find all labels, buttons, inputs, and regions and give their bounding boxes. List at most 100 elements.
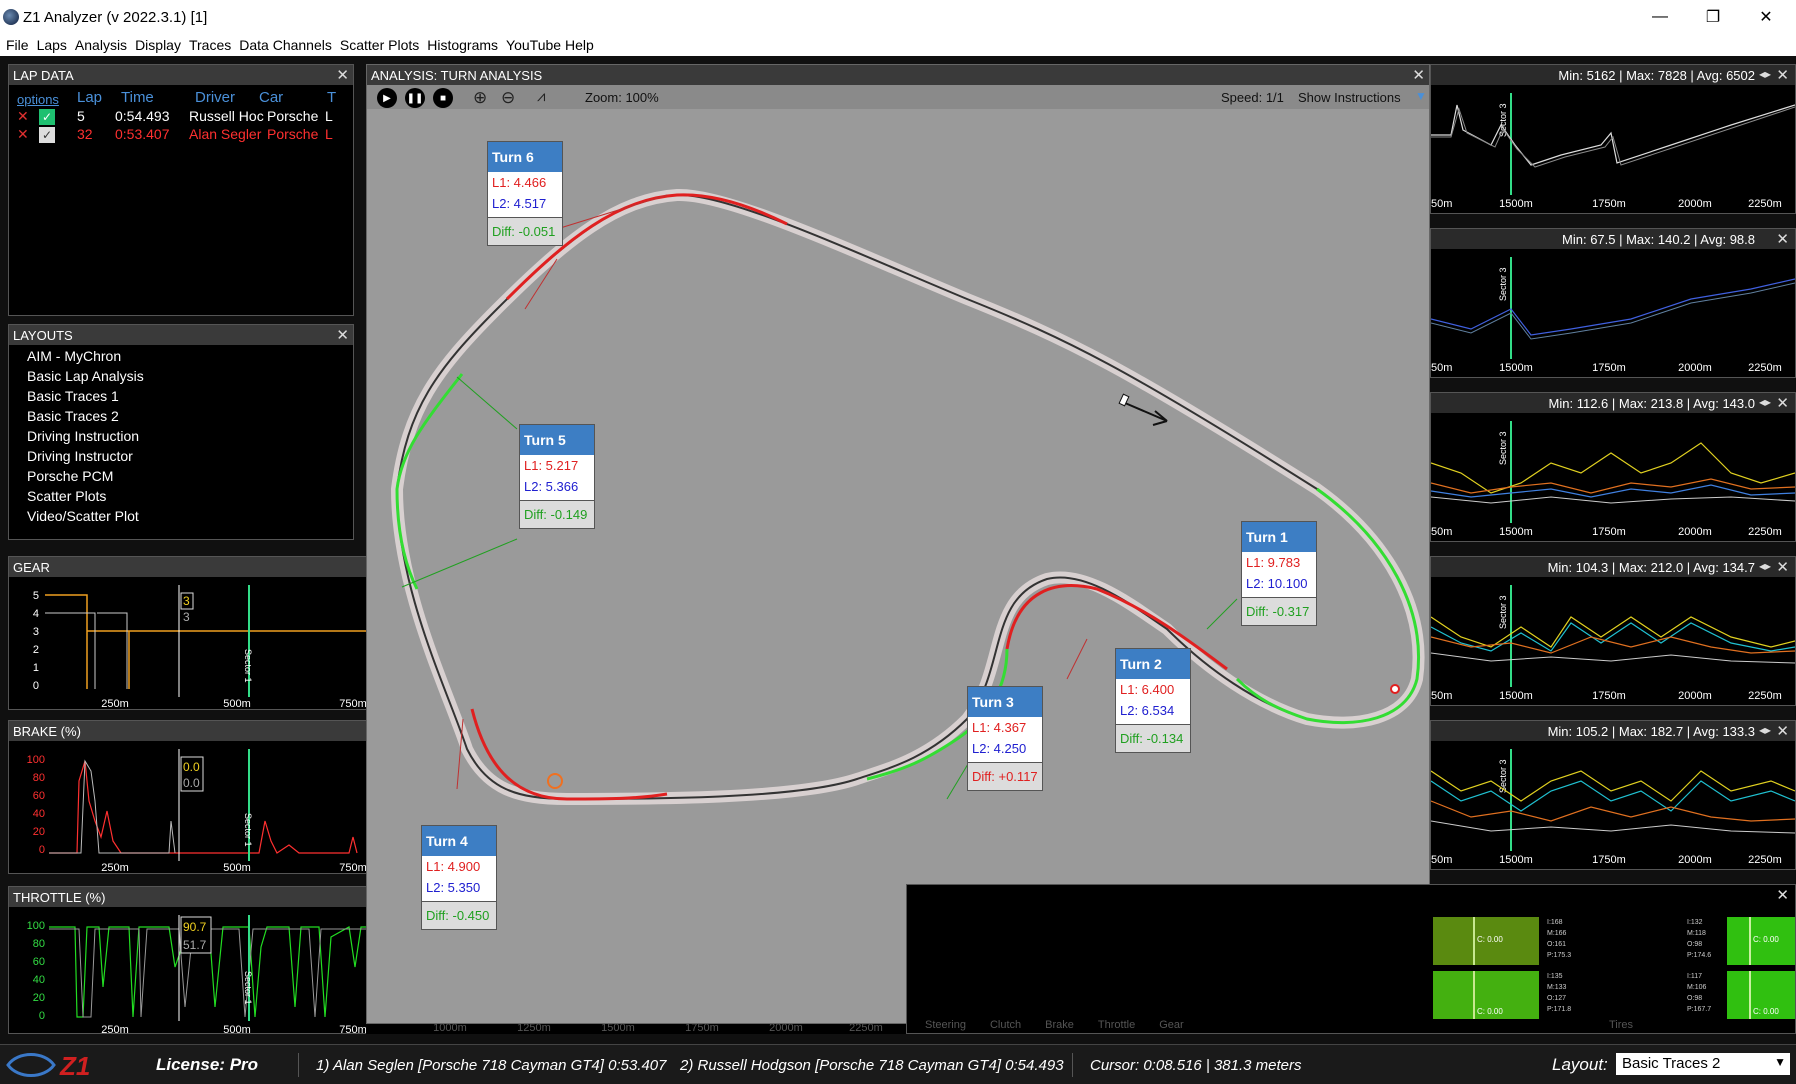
xtick: 1750m <box>1592 854 1626 866</box>
tire-value: I:168 <box>1547 919 1563 926</box>
close-icon[interactable]: ✕ <box>1776 394 1789 412</box>
turn-4-box[interactable]: Turn 4 L1: 4.900 L2: 5.350 Diff: -0.450 <box>421 825 497 930</box>
app-logo-icon <box>3 9 19 25</box>
brake-title: BRAKE (%) <box>13 724 81 739</box>
chart-icon[interactable]: ⩘ <box>537 88 545 105</box>
turn-3-box[interactable]: Turn 3 L1: 4.367 L2: 4.250 Diff: +0.117 <box>967 686 1043 791</box>
playback-speed[interactable]: Speed: 1/1 <box>1221 90 1284 105</box>
tire-center-label: C: 0.00 <box>1477 935 1503 944</box>
menu-traces[interactable]: Traces <box>189 37 231 53</box>
close-icon[interactable]: ✕ <box>1776 558 1789 576</box>
col-lap[interactable]: Lap <box>77 89 121 107</box>
close-icon[interactable]: ✕ <box>1776 722 1789 740</box>
lap-extra: L <box>325 126 333 142</box>
resize-arrows-icon[interactable]: ◂▸ <box>1759 67 1771 81</box>
xtick: 2250m <box>1748 526 1782 538</box>
tire-fr[interactable]: C: 0.00 <box>1727 917 1795 965</box>
tire-rl[interactable]: C: 0.00 <box>1433 971 1539 1019</box>
menu-histograms[interactable]: Histograms <box>427 37 498 53</box>
menu-display[interactable]: Display <box>135 37 181 53</box>
menu-youtube-help[interactable]: YouTube Help <box>506 37 594 53</box>
lap-checkbox[interactable]: ✓ <box>39 109 55 125</box>
tire-rr[interactable]: C: 0.00 <box>1727 971 1795 1019</box>
xtick: 2000m <box>1678 362 1712 374</box>
layout-item[interactable]: Porsche PCM <box>9 467 353 487</box>
turn-l2-time: L2: 5.366 <box>524 479 579 494</box>
col-driver[interactable]: Driver <box>195 89 259 107</box>
leader-line <box>1066 638 1088 680</box>
tire-value: M:133 <box>1547 984 1567 991</box>
trace-stats: Min: 67.5 | Max: 140.2 | Avg: 98.8 <box>1562 232 1755 247</box>
close-icon[interactable]: ✕ <box>1776 886 1789 904</box>
close-icon[interactable]: ✕ <box>1412 66 1425 84</box>
brake-trace-plot[interactable]: 100 80 60 40 20 0 250m 500m 750m Sector … <box>9 741 367 875</box>
layout-select[interactable]: Basic Traces 2 ▼ <box>1616 1053 1790 1075</box>
layout-item[interactable]: AIM - MyChron <box>9 347 353 367</box>
temp-trace-plot-3[interactable]: Sector 3 50m 1500m 1750m 2000m 2250m <box>1431 741 1795 869</box>
play-icon[interactable]: ▶ <box>377 88 397 108</box>
turn-l1-time: L1: 6.400 <box>1120 682 1175 697</box>
turn-l1-time: L1: 4.466 <box>492 175 547 190</box>
gear-trace-plot[interactable]: 5 4 3 2 1 0 250m 500m 750m Sector 1 3 3 <box>9 577 367 711</box>
turn-6-box[interactable]: Turn 6 L1: 4.466 L2: 4.517 Diff: -0.051 <box>487 141 563 246</box>
turn-5-box[interactable]: Turn 5 L1: 5.217 L2: 5.366 Diff: -0.149 <box>519 424 595 529</box>
right-trace-panel-5: Min: 105.2 | Max: 182.7 | Avg: 133.3 ◂▸ … <box>1430 720 1796 870</box>
ytick: 80 <box>33 772 45 784</box>
layout-item[interactable]: Driving Instruction <box>9 427 353 447</box>
resize-arrows-icon[interactable]: ◂▸ <box>1759 559 1771 573</box>
chevron-down-icon[interactable]: ▼ <box>1415 89 1427 103</box>
zoom-in-icon[interactable]: ⊕ <box>473 88 487 108</box>
show-instructions-button[interactable]: Show Instructions <box>1298 90 1401 105</box>
layout-item[interactable]: Video/Scatter Plot <box>9 507 353 527</box>
turn-1-box[interactable]: Turn 1 L1: 9.783 L2: 10.100 Diff: -0.317 <box>1241 521 1317 626</box>
resize-arrows-icon[interactable]: ◂▸ <box>1759 395 1771 409</box>
rpm-trace-plot[interactable]: Sector 3 50m 1500m 1750m 2000m 2250m <box>1431 85 1795 213</box>
remove-lap-icon[interactable]: ✕ <box>17 126 39 143</box>
menu-data-channels[interactable]: Data Channels <box>239 37 332 53</box>
maximize-button[interactable]: ❐ <box>1683 0 1743 34</box>
close-icon[interactable]: ✕ <box>336 326 349 344</box>
tire-fl[interactable]: C: 0.00 <box>1433 917 1539 965</box>
col-options[interactable]: options <box>17 89 77 107</box>
col-car[interactable]: Car <box>259 89 327 107</box>
throttle-header: THROTTLE (%) <box>9 887 366 907</box>
temp-trace-plot-1[interactable]: Sector 3 50m 1500m 1750m 2000m 2250m <box>1431 413 1795 541</box>
col-extra[interactable]: T <box>327 89 337 107</box>
tire-divider <box>1473 971 1475 1019</box>
layout-item[interactable]: Driving Instructor <box>9 447 353 467</box>
trace-series <box>1431 496 1795 504</box>
turn-l2-time: L2: 5.350 <box>426 880 481 895</box>
close-icon[interactable]: ✕ <box>1776 66 1789 84</box>
trace-stats: Min: 105.2 | Max: 182.7 | Avg: 133.3 <box>1547 724 1755 739</box>
remove-lap-icon[interactable]: ✕ <box>17 108 39 125</box>
menu-laps[interactable]: Laps <box>37 37 67 53</box>
menu-file[interactable]: File <box>6 37 29 53</box>
layout-item[interactable]: Basic Traces 2 <box>9 407 353 427</box>
close-icon[interactable]: ✕ <box>336 66 349 84</box>
turn-diff: Diff: -0.317 <box>1242 597 1316 625</box>
throttle-label: Throttle <box>1097 1019 1136 1031</box>
layout-item[interactable]: Scatter Plots <box>9 487 353 507</box>
car-marker-lap1[interactable] <box>547 773 563 789</box>
temp-trace-plot-2[interactable]: Sector 3 50m 1500m 1750m 2000m 2250m <box>1431 577 1795 705</box>
menu-analysis[interactable]: Analysis <box>75 37 127 53</box>
lap-row[interactable]: ✕ ✓ 32 0:53.407 Alan Segler Porsche L <box>9 125 353 143</box>
close-button[interactable]: ✕ <box>1736 0 1796 34</box>
zoom-out-icon[interactable]: ⊖ <box>501 88 515 108</box>
throttle-trace-plot[interactable]: 100 80 60 40 20 0 250m 500m 750m Sector … <box>9 907 367 1035</box>
turn-2-box[interactable]: Turn 2 L1: 6.400 L2: 6.534 Diff: -0.134 <box>1115 648 1191 753</box>
speed-trace-plot[interactable]: Sector 3 50m 1500m 1750m 2000m 2250m <box>1431 249 1795 377</box>
tire-value: P:174.6 <box>1687 952 1712 959</box>
stop-icon[interactable]: ■ <box>433 88 453 108</box>
turn-l2-time: L2: 4.250 <box>972 741 1027 756</box>
resize-arrows-icon[interactable]: ◂▸ <box>1759 723 1771 737</box>
menu-scatter-plots[interactable]: Scatter Plots <box>340 37 419 53</box>
close-icon[interactable]: ✕ <box>1776 230 1789 248</box>
col-time[interactable]: Time <box>121 89 195 107</box>
layout-item[interactable]: Basic Lap Analysis <box>9 367 353 387</box>
lap-row[interactable]: ✕ ✓ 5 0:54.493 Russell Hoc Porsche L <box>9 107 353 125</box>
layout-item[interactable]: Basic Traces 1 <box>9 387 353 407</box>
lap-checkbox[interactable]: ✓ <box>39 127 55 143</box>
minimize-button[interactable]: — <box>1630 0 1690 34</box>
pause-icon[interactable]: ❚❚ <box>405 88 425 108</box>
